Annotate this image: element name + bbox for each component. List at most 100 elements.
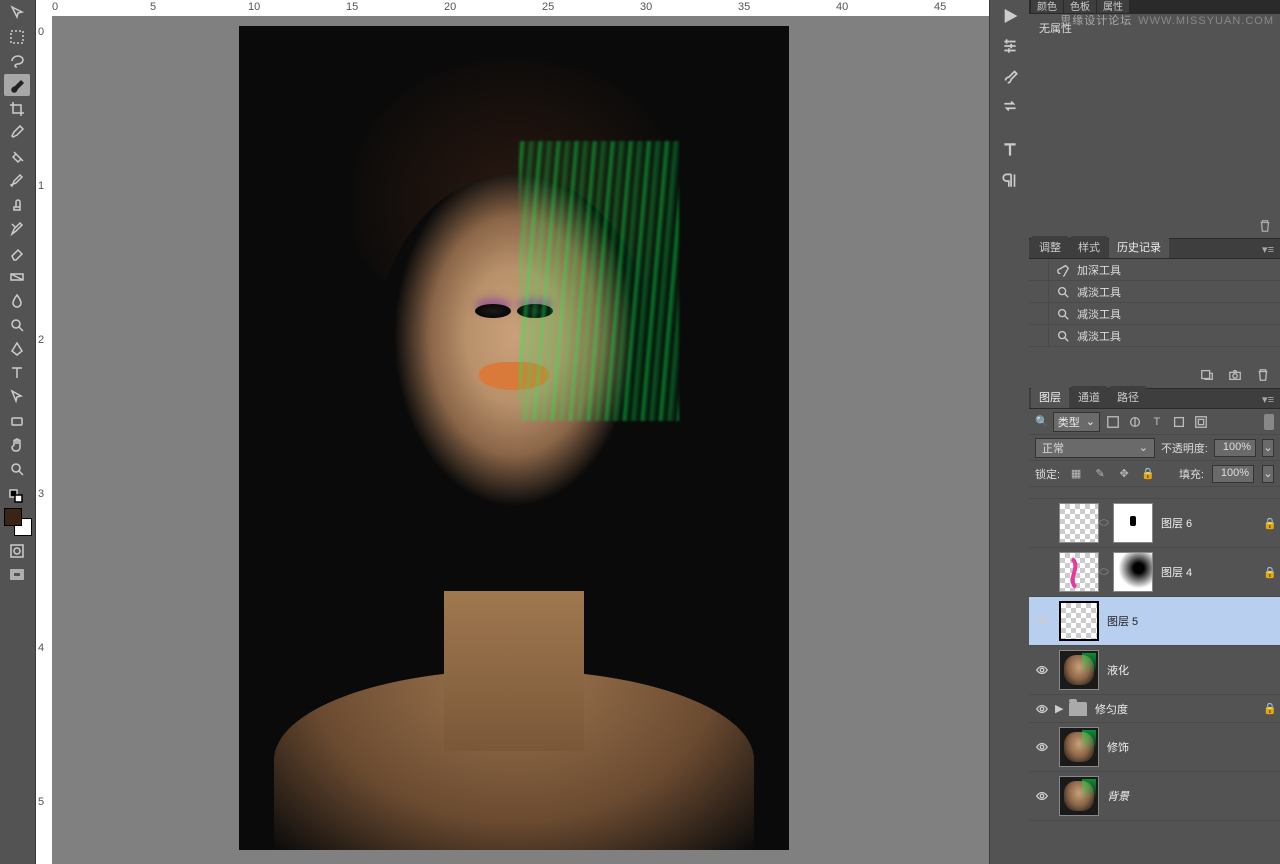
tab-history[interactable]: 历史记录 <box>1109 236 1169 258</box>
lock-transparent-icon[interactable]: ▦ <box>1068 466 1084 482</box>
layer-row[interactable]: 背景 <box>1029 772 1280 821</box>
type-icon[interactable] <box>994 136 1026 164</box>
history-item[interactable]: 减淡工具 <box>1029 325 1280 347</box>
layer-row[interactable]: ⬭图层 4🔒 <box>1029 548 1280 597</box>
layer-name[interactable]: 图层 6 <box>1161 515 1260 531</box>
flyout-icon[interactable]: ▾≡ <box>1256 391 1280 408</box>
layer-thumbnail[interactable] <box>1059 727 1099 767</box>
layer-row[interactable]: 修饰 <box>1029 723 1280 772</box>
stamp-tool[interactable] <box>4 194 30 216</box>
fill-dropdown[interactable]: ⌄ <box>1262 465 1274 483</box>
history-list[interactable]: 加深工具减淡工具减淡工具减淡工具 <box>1029 259 1280 364</box>
filter-type-dropdown[interactable]: 类型 ⌄ <box>1053 412 1100 432</box>
path-select-tool[interactable] <box>4 386 30 408</box>
lock-all-icon[interactable]: 🔒 <box>1140 466 1156 482</box>
eraser-tool[interactable] <box>4 242 30 264</box>
dodge-tool[interactable] <box>4 314 30 336</box>
tab-layers[interactable]: 图层 <box>1031 386 1069 408</box>
mask-thumbnail[interactable] <box>1113 503 1153 543</box>
document-canvas[interactable] <box>239 26 789 850</box>
filter-type-icon[interactable]: T <box>1148 413 1166 431</box>
layer-name[interactable]: 液化 <box>1107 662 1280 678</box>
move-tool[interactable] <box>4 2 30 24</box>
lock-paint-icon[interactable]: ✎ <box>1092 466 1108 482</box>
layer-thumbnail[interactable] <box>1059 776 1099 816</box>
visibility-toggle[interactable] <box>1029 789 1055 803</box>
layer-row[interactable]: 液化 <box>1029 646 1280 695</box>
sliders-icon[interactable] <box>994 32 1026 60</box>
layer-row[interactable]: ▶修匀度🔒 <box>1029 695 1280 723</box>
link-icon[interactable]: ⬭ <box>1099 566 1109 579</box>
camera-icon[interactable] <box>1228 368 1242 385</box>
layer-name[interactable]: 图层 5 <box>1107 613 1280 629</box>
filter-toggle[interactable] <box>1264 414 1274 430</box>
history-snapshot-check[interactable] <box>1029 281 1049 302</box>
opacity-dropdown[interactable]: ⌄ <box>1262 439 1274 457</box>
eyedropper-tool[interactable] <box>4 122 30 144</box>
visibility-toggle[interactable] <box>1029 663 1055 677</box>
history-item[interactable]: 加深工具 <box>1029 259 1280 281</box>
visibility-toggle[interactable] <box>1029 702 1055 716</box>
brush-preset-icon[interactable] <box>994 62 1026 90</box>
tab-paths[interactable]: 路径 <box>1109 386 1147 408</box>
filter-adjust-icon[interactable] <box>1126 413 1144 431</box>
layer-thumbnail[interactable] <box>1059 503 1099 543</box>
default-colors-icon[interactable] <box>4 490 30 504</box>
play-icon[interactable] <box>994 2 1026 30</box>
screen-mode-icon[interactable] <box>4 564 30 586</box>
link-icon[interactable]: ⬭ <box>1099 517 1109 530</box>
tab-color[interactable]: 颜色 <box>1031 0 1063 13</box>
flyout-icon[interactable]: ▾≡ <box>1256 241 1280 258</box>
filter-shape-icon[interactable] <box>1170 413 1188 431</box>
zoom-tool[interactable] <box>4 458 30 480</box>
layer-row[interactable]: 图层 5 <box>1029 597 1280 646</box>
history-item[interactable]: 减淡工具 <box>1029 303 1280 325</box>
tab-styles[interactable]: 样式 <box>1070 236 1108 258</box>
tab-swatch[interactable]: 色板 <box>1064 0 1096 13</box>
tab-properties[interactable]: 属性 <box>1097 0 1129 13</box>
fill-input[interactable]: 100% <box>1212 465 1254 483</box>
layer-thumbnail[interactable] <box>1059 650 1099 690</box>
canvas-area[interactable] <box>52 16 989 864</box>
trash-icon[interactable] <box>1256 368 1270 385</box>
crop-tool[interactable] <box>4 98 30 120</box>
history-snapshot-check[interactable] <box>1029 259 1049 280</box>
history-item[interactable]: 减淡工具 <box>1029 281 1280 303</box>
brush-tool[interactable] <box>4 74 30 96</box>
new-doc-icon[interactable] <box>1200 368 1214 385</box>
lasso-tool[interactable] <box>4 50 30 72</box>
visibility-toggle[interactable] <box>1029 740 1055 754</box>
blend-mode-dropdown[interactable]: 正常⌄ <box>1035 438 1155 458</box>
blur-tool[interactable] <box>4 290 30 312</box>
trash-icon[interactable] <box>1258 219 1272 236</box>
lock-position-icon[interactable]: ✥ <box>1116 466 1132 482</box>
history-brush-tool[interactable] <box>4 218 30 240</box>
layer-name[interactable]: 修饰 <box>1107 739 1280 755</box>
layer-row[interactable]: ⬭图层 6🔒 <box>1029 499 1280 548</box>
filter-pixel-icon[interactable] <box>1104 413 1122 431</box>
visibility-toggle[interactable] <box>1029 614 1055 628</box>
paintbrush-tool[interactable] <box>4 170 30 192</box>
pen-tool[interactable] <box>4 338 30 360</box>
rectangle-tool[interactable] <box>4 410 30 432</box>
filter-smart-icon[interactable] <box>1192 413 1210 431</box>
layers-list[interactable]: ⬭图层 6🔒⬭图层 4🔒图层 5液化▶修匀度🔒修饰背景 <box>1029 487 1280 864</box>
layer-name[interactable]: 修匀度 <box>1095 701 1260 717</box>
marquee-tool[interactable] <box>4 26 30 48</box>
layer-name[interactable]: 图层 4 <box>1161 564 1260 580</box>
layer-name[interactable]: 背景 <box>1107 788 1280 804</box>
quick-mask-icon[interactable] <box>4 540 30 562</box>
history-snapshot-check[interactable] <box>1029 325 1049 346</box>
hand-tool[interactable] <box>4 434 30 456</box>
opacity-input[interactable]: 100% <box>1214 439 1256 457</box>
color-swatches[interactable] <box>4 508 32 536</box>
search-icon[interactable]: 🔍 <box>1035 415 1049 428</box>
type-tool[interactable] <box>4 362 30 384</box>
tab-channels[interactable]: 通道 <box>1070 386 1108 408</box>
layer-thumbnail[interactable] <box>1059 552 1099 592</box>
swap-icon[interactable] <box>994 92 1026 120</box>
foreground-color[interactable] <box>4 508 22 526</box>
gradient-tool[interactable] <box>4 266 30 288</box>
tab-adjustments[interactable]: 调整 <box>1031 236 1069 258</box>
layer-row[interactable] <box>1029 487 1280 499</box>
